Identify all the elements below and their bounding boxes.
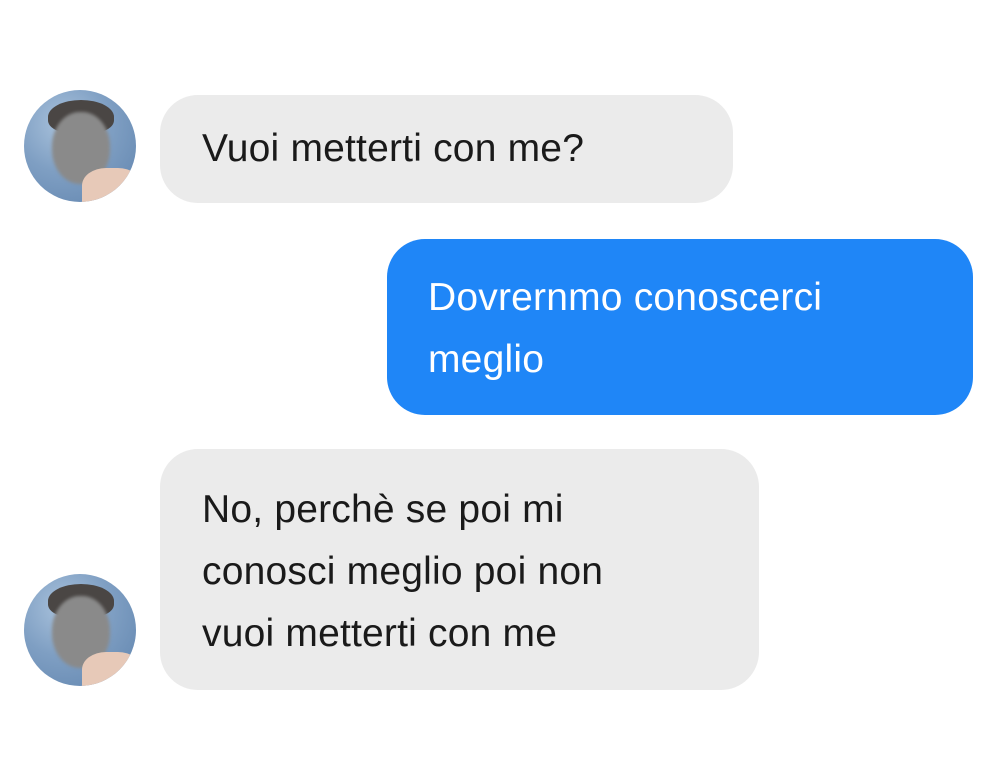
contact-avatar[interactable] <box>24 90 136 202</box>
avatar-shoulder <box>82 652 136 686</box>
received-message-bubble[interactable]: No, perchè se poi mi conosci meglio poi … <box>160 449 759 690</box>
message-text-line-1: Dovrernmo conoscerci <box>428 276 823 319</box>
contact-avatar[interactable] <box>24 574 136 686</box>
message-text: Vuoi metterti con me? <box>202 127 585 170</box>
message-text-line-3: vuoi metterti con me <box>202 612 558 655</box>
conversation-thread: Vuoi metterti con me? Dovrernmo conoscer… <box>0 0 1000 773</box>
message-text-line-1: No, perchè se poi mi <box>202 488 564 531</box>
received-message-bubble[interactable]: Vuoi metterti con me? <box>160 95 733 203</box>
message-text-line-2: conosci meglio poi non <box>202 550 604 593</box>
sent-message-bubble[interactable]: Dovrernmo conoscerci meglio <box>387 239 973 415</box>
message-text-line-2: meglio <box>428 338 545 381</box>
avatar-shoulder <box>82 168 136 202</box>
